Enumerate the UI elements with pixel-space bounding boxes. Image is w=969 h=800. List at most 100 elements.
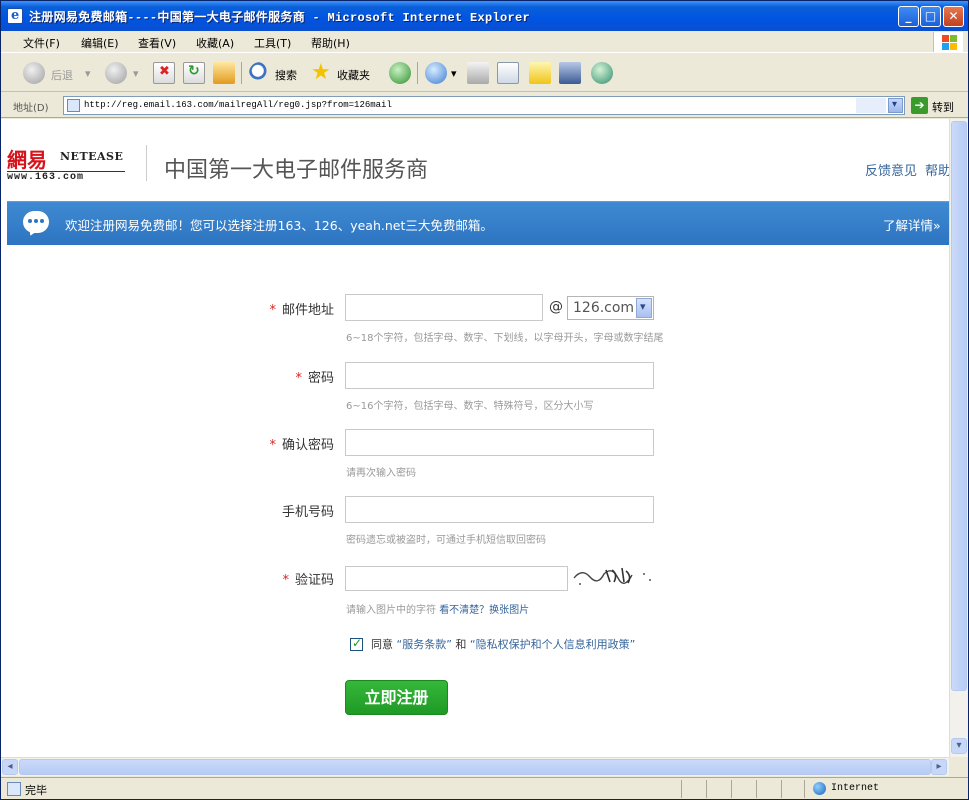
privacy-link[interactable]: “隐私权保护和个人信息利用政策”: [470, 638, 635, 651]
toolbar: 后退 ▾ ▾ ✖ ↻ 搜索 ★ 收藏夹 ▾: [1, 54, 968, 92]
captcha-input[interactable]: [345, 566, 568, 591]
chevron-down-icon[interactable]: [636, 298, 652, 318]
logo-en: NETEASE: [60, 150, 124, 163]
feedback-link[interactable]: 反馈意见: [865, 164, 917, 179]
scroll-down-icon[interactable]: ▾: [951, 738, 967, 754]
vertical-scroll-thumb[interactable]: [951, 121, 967, 691]
search-icon[interactable]: [249, 62, 271, 84]
required-mark: *: [269, 303, 276, 318]
password-input[interactable]: [345, 362, 654, 389]
phone-label: 手机号码: [281, 505, 334, 520]
status-bar: 完毕 Internet: [1, 777, 968, 799]
back-dropdown-icon[interactable]: ▾: [85, 67, 91, 80]
stop-icon[interactable]: ✖: [153, 62, 175, 84]
header-links: 反馈意见 帮助: [865, 160, 949, 179]
window-title: 注册网易免费邮箱----中国第一大电子邮件服务商 - Microsoft Int…: [29, 11, 531, 25]
address-input[interactable]: http://reg.email.163.com/mailregAll/reg0…: [63, 96, 905, 115]
close-button[interactable]: ✕: [943, 6, 964, 27]
toolbar-separator: [417, 62, 418, 84]
help-link[interactable]: 帮助: [925, 164, 949, 179]
zone-label: Internet: [831, 783, 880, 794]
menu-edit[interactable]: 编辑(E): [81, 35, 119, 51]
domain-value: 126.com: [573, 300, 635, 316]
toolbar-separator: [241, 62, 242, 84]
title-bar[interactable]: 注册网易免费邮箱----中国第一大电子邮件服务商 - Microsoft Int…: [1, 1, 968, 31]
status-text: 完毕: [25, 784, 47, 797]
ie-app-icon: [7, 8, 23, 24]
forward-icon[interactable]: [105, 62, 127, 84]
forward-dropdown-icon[interactable]: ▾: [133, 67, 139, 80]
captcha-image[interactable]: [572, 562, 656, 589]
security-zone[interactable]: Internet: [804, 780, 964, 798]
go-arrow-icon: ➔: [911, 97, 928, 114]
learn-more-link[interactable]: 了解详情»: [883, 215, 941, 234]
required-mark: *: [282, 573, 289, 588]
register-button[interactable]: 立即注册: [345, 680, 448, 715]
refresh-captcha-link[interactable]: 看不清楚？换张图片: [439, 605, 529, 616]
menu-file[interactable]: 文件(F): [23, 35, 60, 51]
page-viewport: 網易 NETEASE www.163.com 中国第一大电子邮件服务商 反馈意见…: [1, 119, 949, 757]
page-icon: [67, 99, 80, 112]
banner-text: 欢迎注册网易免费邮！您可以选择注册163、126、yeah.net三大免费邮箱。: [65, 218, 493, 233]
history-icon[interactable]: [389, 62, 411, 84]
maximize-button[interactable]: □: [920, 6, 941, 27]
menu-favorites[interactable]: 收藏(A): [196, 35, 234, 51]
email-input[interactable]: [345, 294, 543, 321]
netease-logo[interactable]: 網易 NETEASE www.163.com: [7, 144, 127, 184]
horizontal-scrollbar[interactable]: ◂ ▸: [1, 757, 949, 776]
refresh-icon[interactable]: ↻: [183, 62, 205, 84]
back-icon[interactable]: [23, 62, 45, 84]
email-hint: 6~18个字符，包括字母、数字、下划线，以字母开头，字母或数字结尾: [346, 333, 664, 344]
domain-select[interactable]: 126.com: [567, 296, 654, 320]
edit-icon[interactable]: [497, 62, 519, 84]
print-icon[interactable]: [467, 62, 489, 84]
address-tools-icon[interactable]: [856, 98, 886, 113]
phone-hint: 密码遗忘或被盗时，可通过手机短信取回密码: [346, 535, 546, 546]
menu-tools[interactable]: 工具(T): [254, 35, 291, 51]
confirm-password-label: * 确认密码: [269, 438, 334, 453]
back-label[interactable]: 后退: [51, 67, 73, 83]
windows-logo-icon: [933, 32, 963, 52]
logo-url: www.163.com: [7, 172, 85, 183]
messenger-icon[interactable]: [591, 62, 613, 84]
page-done-icon: [7, 782, 21, 796]
status-divider: [756, 780, 757, 798]
scroll-right-icon[interactable]: ▸: [931, 759, 947, 775]
status-divider: [706, 780, 707, 798]
menu-bar: 文件(F) 编辑(E) 查看(V) 收藏(A) 工具(T) 帮助(H): [1, 31, 968, 53]
vertical-scrollbar[interactable]: ▾: [949, 119, 968, 757]
agree-checkbox[interactable]: [350, 636, 363, 651]
address-url[interactable]: http://reg.email.163.com/mailregAll/reg0…: [84, 100, 392, 110]
discuss-icon[interactable]: [529, 62, 551, 84]
password-label: * 密码: [295, 371, 334, 386]
terms-link[interactable]: “服务条款”: [397, 638, 452, 651]
scroll-corner: [949, 757, 968, 776]
chat-bubble-icon: [23, 211, 49, 233]
minimize-button[interactable]: _: [898, 6, 919, 27]
home-icon[interactable]: [213, 62, 235, 84]
horizontal-scroll-thumb[interactable]: [19, 759, 931, 775]
email-label: * 邮件地址: [269, 303, 334, 318]
password-hint: 6~16个字符，包括字母、数字、特殊符号，区分大小写: [346, 401, 594, 412]
address-bar: 地址(D) http://reg.email.163.com/mailregAl…: [1, 93, 968, 118]
menu-view[interactable]: 查看(V): [138, 35, 176, 51]
address-label: 地址(D): [13, 103, 49, 114]
ie-window: 注册网易免费邮箱----中国第一大电子邮件服务商 - Microsoft Int…: [0, 0, 969, 800]
status-divider: [681, 780, 682, 798]
status-divider: [781, 780, 782, 798]
favorites-star-icon[interactable]: ★: [311, 60, 331, 85]
mail-icon[interactable]: [425, 62, 447, 84]
favorites-label[interactable]: 收藏夹: [337, 67, 370, 83]
menu-help[interactable]: 帮助(H): [311, 35, 350, 51]
captcha-label: * 验证码: [282, 573, 334, 588]
phone-input[interactable]: [345, 496, 654, 523]
go-button[interactable]: ➔ 转到: [910, 96, 966, 116]
confirm-password-input[interactable]: [345, 429, 654, 456]
welcome-banner: 欢迎注册网易免费邮！您可以选择注册163、126、yeah.net三大免费邮箱。…: [7, 201, 949, 245]
research-icon[interactable]: [559, 62, 581, 84]
mail-dropdown-icon[interactable]: ▾: [451, 67, 457, 80]
search-label[interactable]: 搜索: [275, 67, 297, 83]
agree-text: 同意 “服务条款” 和 “隐私权保护和个人信息利用政策”: [371, 638, 636, 651]
scroll-left-icon[interactable]: ◂: [2, 759, 18, 775]
address-dropdown-icon[interactable]: [888, 98, 903, 113]
